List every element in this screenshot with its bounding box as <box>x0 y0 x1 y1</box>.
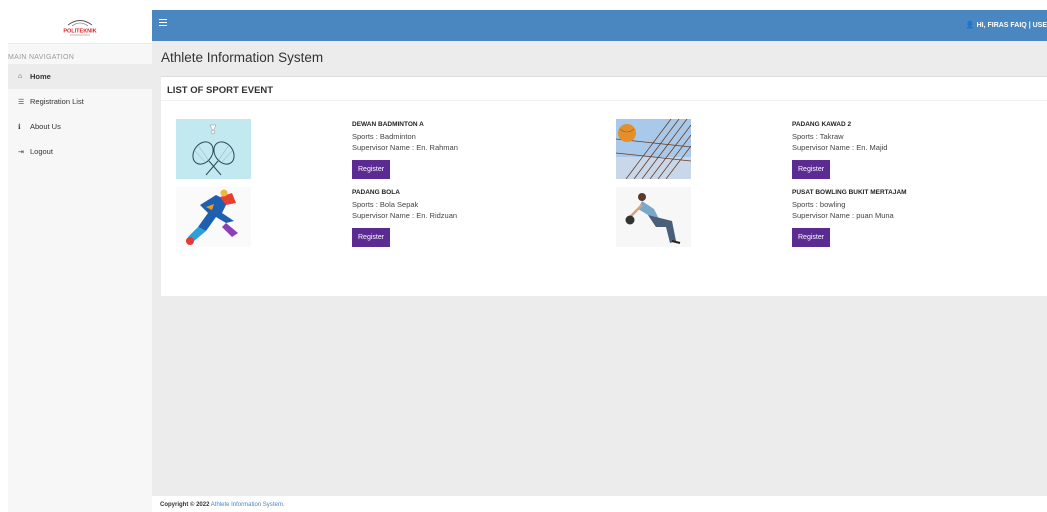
register-button[interactable]: Register <box>352 228 391 247</box>
logo-icon: POLITEKNIK <box>54 19 106 35</box>
sidebar-item-label: Registration List <box>30 97 84 106</box>
event-info: PADANG KAWAD 2 Sports : Takraw Superviso… <box>792 119 1002 179</box>
page-title: Athlete Information System <box>161 50 324 65</box>
sidebar-item-home[interactable]: ⌂ Home <box>8 64 152 89</box>
sport-event-card: LIST OF SPORT EVENT DEWAN BADMINTON A Sp… <box>161 76 1047 296</box>
main-content: Athlete Information System LIST OF SPORT… <box>152 41 1047 496</box>
event-sport: Sports : Badminton <box>352 132 416 141</box>
politeknik-logo[interactable]: POLITEKNIK <box>8 10 152 44</box>
user-menu[interactable]: 👤 HI, FIRAS FAIQ | USE <box>966 21 1047 29</box>
event-info: PUSAT BOWLING BUKIT MERTAJAM Sports : bo… <box>792 187 1002 247</box>
event-supervisor: Supervisor Name : puan Muna <box>792 211 894 220</box>
footer-link[interactable]: Athlete Information System. <box>211 502 285 508</box>
card-title: LIST OF SPORT EVENT <box>161 77 1047 101</box>
event-info: PADANG BOLA Sports : Bola Sepak Supervis… <box>352 187 562 247</box>
sidebar-item-label: Home <box>30 72 51 81</box>
event-supervisor: Supervisor Name : En. Rahman <box>352 143 458 152</box>
bowler-image <box>616 187 691 247</box>
event-sport: Sports : Takraw <box>792 132 844 141</box>
info-icon: ℹ <box>18 123 21 131</box>
sidebar-item-registration-list[interactable]: ☰ Registration List <box>8 89 152 114</box>
event-sport: Sports : Bola Sepak <box>352 200 419 209</box>
event-name: PADANG KAWAD 2 <box>792 121 852 128</box>
football-player-image <box>176 187 251 247</box>
sidebar: POLITEKNIK MAIN NAVIGATION ⌂ Home ☰ Regi… <box>8 10 153 512</box>
register-button[interactable]: Register <box>792 160 831 179</box>
badminton-rackets-image <box>176 119 251 179</box>
register-button[interactable]: Register <box>352 160 391 179</box>
sidebar-item-label: Logout <box>30 147 53 156</box>
menu-toggle-icon[interactable] <box>159 19 167 27</box>
nav-header: MAIN NAVIGATION <box>8 54 75 61</box>
footer: Copyright © 2022 Athlete Information Sys… <box>152 496 1047 512</box>
event-supervisor: Supervisor Name : En. Ridzuan <box>352 211 458 220</box>
sidebar-item-label: About Us <box>30 122 61 131</box>
sidebar-item-logout[interactable]: ⇥ Logout <box>8 139 152 164</box>
takraw-net-ball-image <box>616 119 691 179</box>
user-icon: 👤 <box>965 22 975 29</box>
event-name: PADANG BOLA <box>352 189 400 196</box>
event-supervisor: Supervisor Name : En. Majid <box>792 143 888 152</box>
event-sport: Sports : bowling <box>792 200 846 209</box>
user-label: HI, FIRAS FAIQ | USE <box>976 22 1047 29</box>
footer-copyright: Copyright © 2022 <box>160 502 210 508</box>
event-name: PUSAT BOWLING BUKIT MERTAJAM <box>792 189 907 196</box>
logout-icon: ⇥ <box>18 148 24 156</box>
event-info: DEWAN BADMINTON A Sports : Badminton Sup… <box>352 119 562 179</box>
list-icon: ☰ <box>18 98 25 106</box>
sidebar-item-about-us[interactable]: ℹ About Us <box>8 114 152 139</box>
home-icon: ⌂ <box>18 73 23 80</box>
event-name: DEWAN BADMINTON A <box>352 121 424 128</box>
top-navbar: 👤 HI, FIRAS FAIQ | USE <box>152 10 1047 41</box>
register-button[interactable]: Register <box>792 228 831 247</box>
logo-text: POLITEKNIK <box>63 28 96 34</box>
